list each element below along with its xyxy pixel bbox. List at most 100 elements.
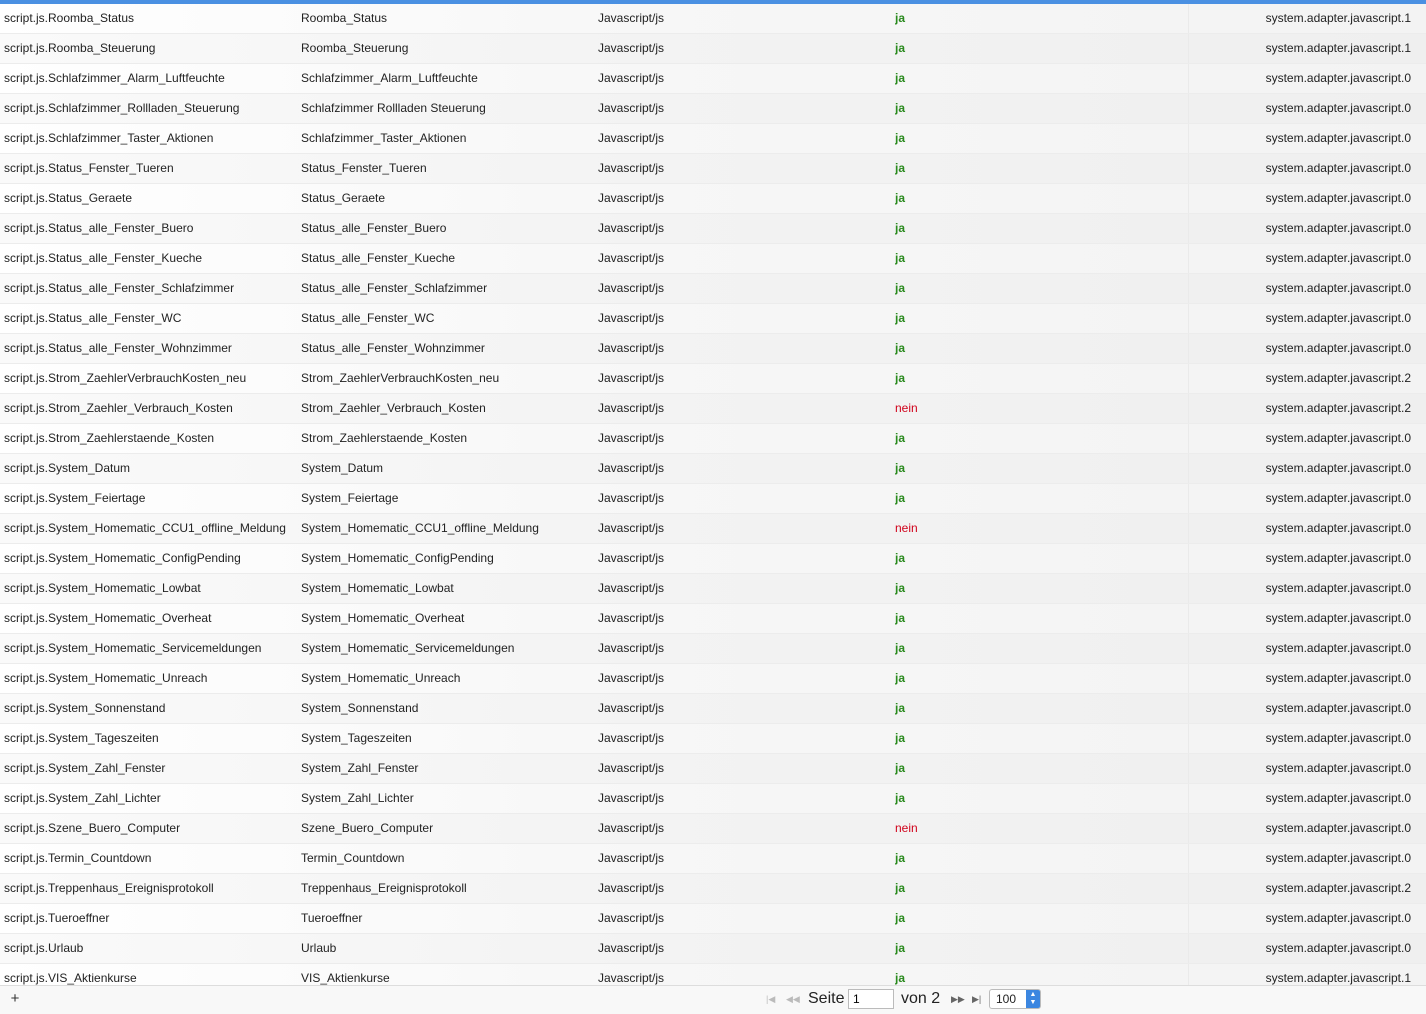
- column-divider: [1188, 424, 1189, 453]
- script-id-cell: script.js.Status_alle_Fenster_Kueche: [4, 251, 203, 265]
- table-row[interactable]: script.js.System_Zahl_Fenster System_Zahl…: [0, 754, 1426, 784]
- column-divider: [1188, 784, 1189, 813]
- column-divider: [1188, 874, 1189, 903]
- enabled-cell: ja: [895, 641, 906, 655]
- script-name-cell: Schlafzimmer Rollladen Steuerung: [301, 101, 486, 115]
- column-divider: [1188, 934, 1189, 963]
- table-row[interactable]: script.js.Szene_Buero_Computer Szene_Buer…: [0, 814, 1426, 844]
- script-name-cell: Strom_Zaehler_Verbrauch_Kosten: [301, 401, 486, 415]
- enabled-cell: ja: [895, 251, 906, 265]
- script-name-cell: Szene_Buero_Computer: [301, 821, 434, 835]
- table-row[interactable]: script.js.System_Homematic_Overheat Syste…: [0, 604, 1426, 634]
- script-id-cell: script.js.Szene_Buero_Computer: [4, 821, 181, 835]
- table-row[interactable]: script.js.Schlafzimmer_Taster_Aktionen Sc…: [0, 124, 1426, 154]
- enabled-cell: ja: [895, 791, 906, 805]
- script-name-cell: Tueroeffner: [301, 911, 363, 925]
- table-row[interactable]: script.js.System_Sonnenstand System_Sonne…: [0, 694, 1426, 724]
- table-row[interactable]: script.js.Tueroeffner Tueroeffner Javascri…: [0, 904, 1426, 934]
- script-type-cell: Javascript/js: [598, 521, 665, 535]
- column-divider: [1188, 544, 1189, 573]
- instance-cell: system.adapter.javascript.0: [1265, 911, 1411, 925]
- table-row[interactable]: script.js.Schlafzimmer_Rollladen_Steueru…: [0, 94, 1426, 124]
- enabled-cell: ja: [895, 971, 906, 985]
- script-name-cell: Status_Geraete: [301, 191, 386, 205]
- last-page-icon[interactable]: ▶|: [972, 992, 981, 1006]
- script-type-cell: Javascript/js: [598, 851, 665, 865]
- table-row[interactable]: script.js.Treppenhaus_Ereignisprotokoll T…: [0, 874, 1426, 904]
- table-row[interactable]: script.js.System_Homematic_Lowbat System_…: [0, 574, 1426, 604]
- instance-cell: system.adapter.javascript.1: [1265, 11, 1411, 25]
- instance-cell: system.adapter.javascript.0: [1265, 191, 1411, 205]
- script-id-cell: script.js.Strom_Zaehlerstaende_Kosten: [4, 431, 215, 445]
- table-row[interactable]: script.js.Status_alle_Fenster_Schlafzimm…: [0, 274, 1426, 304]
- script-name-cell: Treppenhaus_Ereignisprotokoll: [301, 881, 467, 895]
- add-button[interactable]: +: [8, 991, 22, 1007]
- table-row[interactable]: script.js.System_Tageszeiten System_Tages…: [0, 724, 1426, 754]
- table-row[interactable]: script.js.System_Feiertage System_Feierta…: [0, 484, 1426, 514]
- table-row[interactable]: script.js.System_Datum System_Datum Javasc…: [0, 454, 1426, 484]
- instance-cell: system.adapter.javascript.0: [1265, 281, 1411, 295]
- table-row[interactable]: script.js.Strom_Zaehlerstaende_Kosten Str…: [0, 424, 1426, 454]
- script-type-cell: Javascript/js: [598, 161, 665, 175]
- table-row[interactable]: script.js.Roomba_Status Roomba_Status Java…: [0, 4, 1426, 34]
- table-row[interactable]: script.js.Strom_ZaehlerVerbrauchKosten_n…: [0, 364, 1426, 394]
- table-row[interactable]: script.js.Status_alle_Fenster_Kueche Stat…: [0, 244, 1426, 274]
- table-row[interactable]: script.js.Strom_Zaehler_Verbrauch_Kosten…: [0, 394, 1426, 424]
- page-number-input[interactable]: [848, 989, 894, 1009]
- script-id-cell: script.js.Strom_Zaehler_Verbrauch_Kosten: [4, 401, 233, 415]
- table-row[interactable]: script.js.System_Zahl_Lichter System_Zahl…: [0, 784, 1426, 814]
- script-id-cell: script.js.Treppenhaus_Ereignisprotokoll: [4, 881, 214, 895]
- table-row[interactable]: script.js.Status_alle_Fenster_Buero Statu…: [0, 214, 1426, 244]
- table-row[interactable]: script.js.Schlafzimmer_Alarm_Luftfeuchte…: [0, 64, 1426, 94]
- table-row[interactable]: script.js.System_Homematic_Servicemeldun…: [0, 634, 1426, 664]
- script-name-cell: System_Tageszeiten: [301, 731, 412, 745]
- table-row[interactable]: script.js.Status_alle_Fenster_Wohnzimmer…: [0, 334, 1426, 364]
- script-id-cell: script.js.Status_alle_Fenster_Schlafzimm…: [4, 281, 235, 295]
- pager-bar: + |◀ ◀◀ Seite von 2 ▶▶ ▶| 100 ▲▼: [0, 985, 1426, 1014]
- script-type-cell: Javascript/js: [598, 911, 665, 925]
- seite-label: Seite: [808, 990, 845, 1007]
- enabled-cell: ja: [895, 851, 906, 865]
- enabled-cell: ja: [895, 911, 906, 925]
- table-row[interactable]: script.js.Roomba_Steuerung Roomba_Steueru…: [0, 34, 1426, 64]
- instance-cell: system.adapter.javascript.0: [1265, 131, 1411, 145]
- table-row[interactable]: script.js.Status_Geraete Status_Geraete Ja…: [0, 184, 1426, 214]
- table-row[interactable]: script.js.System_Homematic_ConfigPending…: [0, 544, 1426, 574]
- instance-cell: system.adapter.javascript.0: [1265, 611, 1411, 625]
- instance-cell: system.adapter.javascript.0: [1265, 551, 1411, 565]
- next-page-icon[interactable]: ▶▶: [951, 992, 965, 1006]
- column-divider: [1188, 814, 1189, 843]
- table-row[interactable]: script.js.Status_Fenster_Tueren Status_Fe…: [0, 154, 1426, 184]
- table-row[interactable]: script.js.VIS_Aktienkurse VIS_Aktienkurse…: [0, 964, 1426, 985]
- instance-cell: system.adapter.javascript.0: [1265, 671, 1411, 685]
- enabled-cell: ja: [895, 281, 906, 295]
- prev-page-icon[interactable]: ◀◀: [786, 992, 800, 1006]
- table-row[interactable]: script.js.System_Homematic_CCU1_offline_…: [0, 514, 1426, 544]
- rows-per-page-select[interactable]: 100 ▲ ▼: [989, 989, 1041, 1009]
- column-divider: [1188, 304, 1189, 333]
- instance-cell: system.adapter.javascript.2: [1265, 881, 1411, 895]
- script-id-cell: script.js.System_Homematic_Overheat: [4, 611, 212, 625]
- instance-cell: system.adapter.javascript.0: [1265, 821, 1411, 835]
- instance-cell: system.adapter.javascript.0: [1265, 491, 1411, 505]
- script-name-cell: Status_alle_Fenster_Buero: [301, 221, 447, 235]
- scripts-table: script.js.Roomba_Status Roomba_Status Java…: [0, 4, 1426, 985]
- enabled-cell: ja: [895, 131, 906, 145]
- table-row[interactable]: script.js.System_Homematic_Unreach System…: [0, 664, 1426, 694]
- column-divider: [1188, 334, 1189, 363]
- script-type-cell: Javascript/js: [598, 701, 665, 715]
- column-divider: [1188, 274, 1189, 303]
- script-name-cell: Schlafzimmer_Alarm_Luftfeuchte: [301, 71, 478, 85]
- script-type-cell: Javascript/js: [598, 461, 665, 475]
- script-name-cell: Strom_Zaehlerstaende_Kosten: [301, 431, 468, 445]
- table-row[interactable]: script.js.Status_alle_Fenster_WC Status_a…: [0, 304, 1426, 334]
- table-row[interactable]: script.js.Urlaub Urlaub Javascript/js ja sys…: [0, 934, 1426, 964]
- table-row[interactable]: script.js.Termin_Countdown Termin_Countdo…: [0, 844, 1426, 874]
- enabled-cell: ja: [895, 611, 906, 625]
- script-id-cell: script.js.System_Sonnenstand: [4, 701, 166, 715]
- column-divider: [1188, 844, 1189, 873]
- enabled-cell: ja: [895, 491, 906, 505]
- first-page-icon[interactable]: |◀: [766, 992, 775, 1006]
- column-divider: [1188, 124, 1189, 153]
- script-type-cell: Javascript/js: [598, 71, 665, 85]
